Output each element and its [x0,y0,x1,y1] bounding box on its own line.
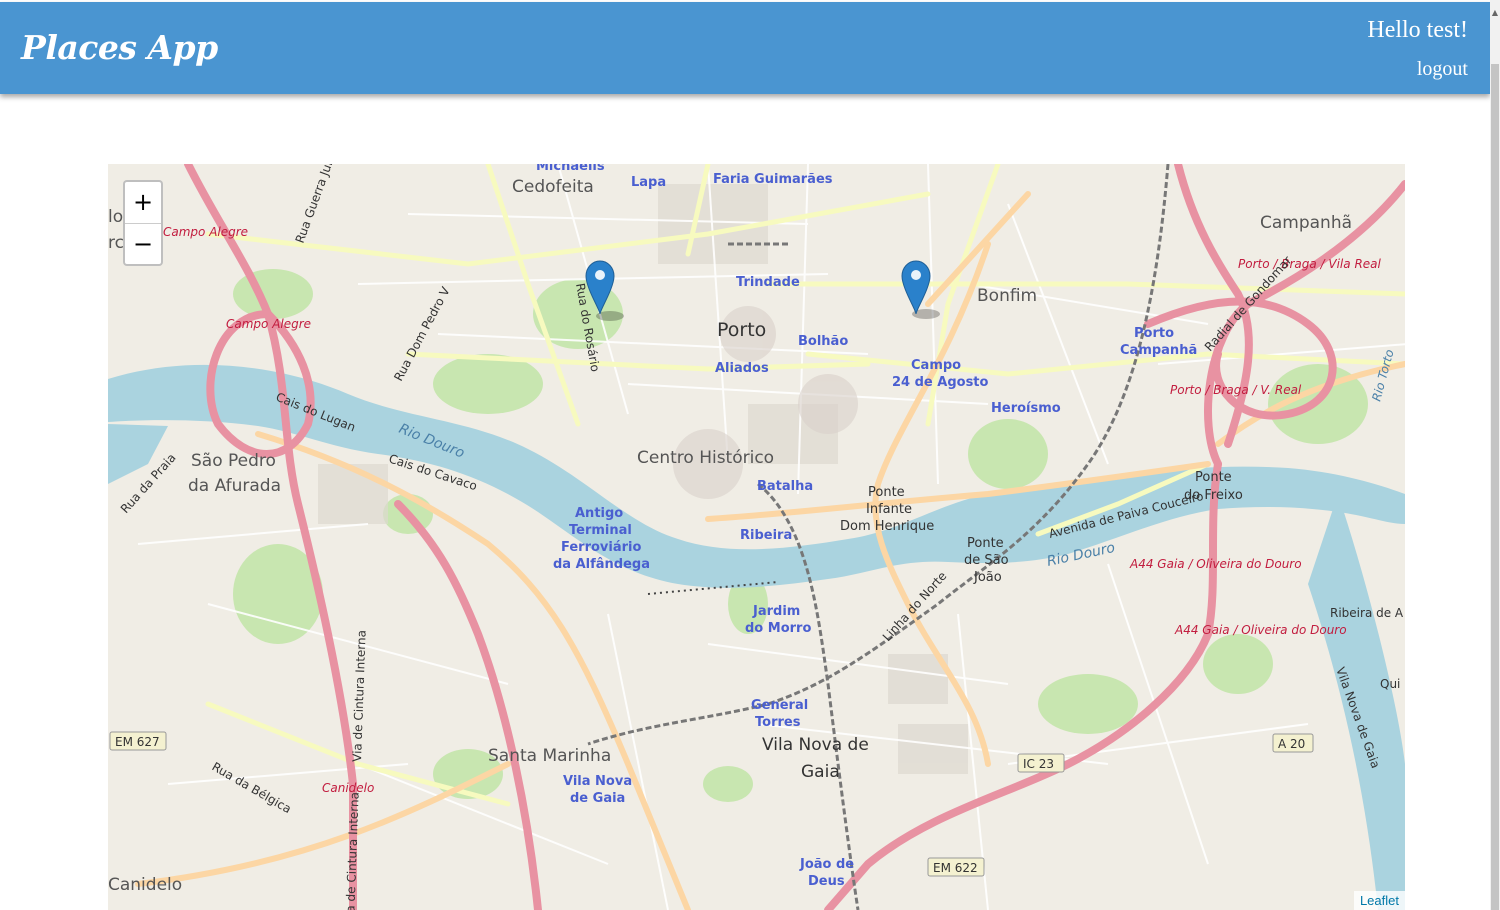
label-qui: Qui [1380,677,1400,691]
map-container[interactable]: Michaelis Cedofeita Lapa Faria Guimarães… [108,164,1405,910]
label-bonfim: Bonfim [977,286,1037,306]
label-ponte-infante-b: Infante [866,502,912,517]
label-ponte-sao-joao-b: de São [964,553,1009,568]
scroll-up-icon[interactable]: ▲ [1491,8,1499,18]
shield-em622: EM 622 [933,861,978,875]
label-antigo-3: Ferroviário [561,540,641,555]
label-faria-guimaraes: Faria Guimarães [713,172,833,187]
label-rc: rc [108,233,124,253]
scroll-thumb[interactable] [1491,64,1499,910]
label-antigo-4: da Alfândega [553,557,650,572]
label-aliados: Aliados [715,361,769,376]
label-lapa: Lapa [631,175,666,190]
label-canidelo: Canidelo [108,875,182,895]
label-trindade: Trindade [736,275,800,290]
label-cedofeita: Cedofeita [512,177,594,197]
label-joao-deus: João de [799,857,854,872]
user-greeting: Hello test! [1367,17,1468,43]
app-title[interactable]: Places App [21,28,218,67]
label-vila-nova-gaia-st-b: de Gaia [570,791,625,806]
label-general-torres-b: Torres [755,715,801,730]
label-antigo-1: Antigo [575,506,623,521]
label-vila-nova: Vila Nova de [762,735,869,755]
label-ponte-freixo: Ponte [1195,470,1232,485]
map-tiles: Michaelis Cedofeita Lapa Faria Guimarães… [108,164,1405,910]
label-ponte-sao-joao-c: João [973,570,1002,585]
label-vila-nova-b: Gaia [801,762,840,782]
label-campo-24: Campo [911,358,961,373]
label-porto-campanha: Porto [1134,326,1174,341]
label-batalha: Batalha [757,479,813,494]
shield-a20: A 20 [1278,737,1305,751]
road-a44-1: A44 Gaia / Oliveira do Douro [1129,557,1302,571]
leaflet-attribution-link[interactable]: Leaflet [1353,891,1405,910]
shield-ic23: IC 23 [1023,757,1054,771]
label-bolhao: Bolhão [798,334,848,349]
road-porto-braga-v-real: Porto / Braga / V. Real [1170,383,1302,397]
label-centro-historico: Centro Histórico [637,448,774,468]
label-campo-alegre-1: Campo Alegre [163,225,248,239]
road-porto-braga-vila-real: Porto / Braga / Vila Real [1238,257,1382,271]
label-heroismo: Heroísmo [991,401,1061,416]
label-campanha: Campanhã [1260,213,1352,233]
label-lo: lo [108,207,123,227]
zoom-in-button[interactable]: + [125,182,161,224]
logout-link[interactable]: logout [1417,58,1468,81]
label-general-torres: General [751,698,808,713]
label-jardim-b: do Morro [745,621,811,636]
label-ponte-sao-joao: Ponte [967,536,1004,551]
label-ponte-infante-c: Dom Henrique [840,519,934,534]
zoom-control: + − [123,180,163,266]
zoom-out-button[interactable]: − [125,224,161,265]
label-da-afurada: da Afurada [188,476,281,496]
label-sao-pedro: São Pedro [191,451,276,471]
label-porto: Porto [717,319,766,341]
label-ribeira-de: Ribeira de A [1330,606,1404,620]
label-campo-24-b: 24 de Agosto [892,375,989,390]
label-joao-deus-b: Deus [808,874,845,889]
label-vila-nova-gaia-st: Vila Nova [563,774,632,789]
label-santa-marinha: Santa Marinha [488,746,611,766]
shield-em627: EM 627 [115,735,160,749]
label-ribeira: Ribeira [740,528,792,543]
label-antigo-2: Terminal [569,523,632,538]
top-navbar: Places App Hello test! logout [0,2,1490,94]
label-michaelis: Michaelis [536,164,605,174]
label-ponte-infante: Ponte [868,485,905,500]
road-a44-2: A44 Gaia / Oliveira do Douro [1174,623,1347,637]
label-porto-campanha-b: Campanhã [1120,343,1197,358]
label-jardim: Jardim [752,604,800,619]
page-scrollbar[interactable]: ▲ [1490,0,1500,910]
label-campo-alegre-2: Campo Alegre [226,317,311,331]
